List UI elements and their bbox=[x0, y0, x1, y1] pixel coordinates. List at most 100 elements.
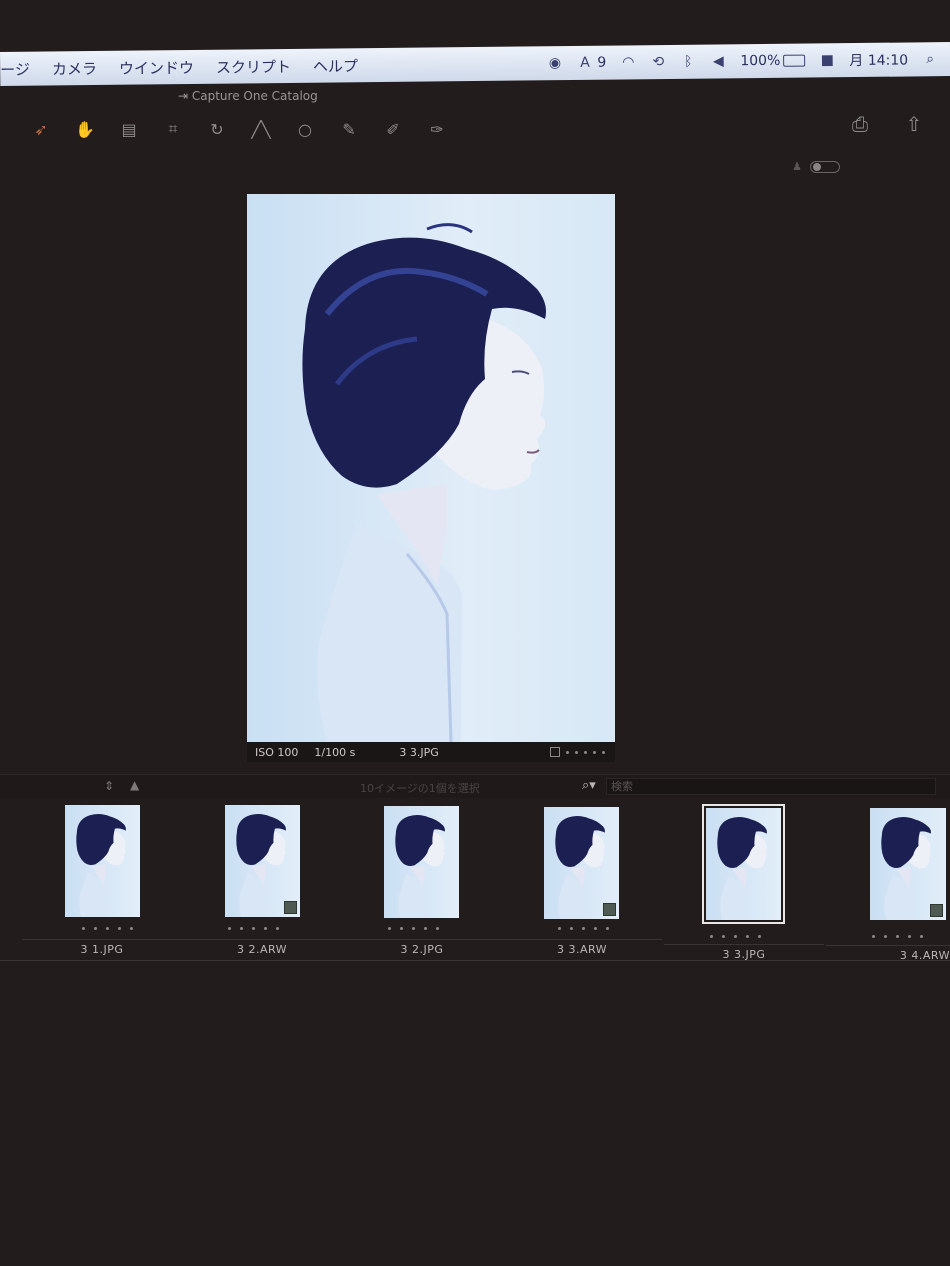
rating-dot[interactable] bbox=[94, 927, 97, 930]
rating-dot[interactable] bbox=[130, 927, 133, 930]
color-tag-icon[interactable] bbox=[550, 747, 560, 757]
thumbnail-image[interactable] bbox=[384, 806, 459, 918]
filmstrip-item[interactable]: 3 1.JPG bbox=[22, 798, 182, 964]
catalog-icon: ⇥ bbox=[178, 89, 192, 103]
select-tool-icon[interactable]: ➶ bbox=[30, 118, 52, 140]
rating-dot[interactable] bbox=[412, 927, 415, 930]
sort-order-icon[interactable]: ⇕ bbox=[104, 779, 114, 793]
rating-dot[interactable] bbox=[872, 935, 875, 938]
battery-indicator[interactable]: 100% bbox=[740, 53, 806, 69]
circle-tool-icon[interactable]: ○ bbox=[294, 118, 316, 140]
time-machine-icon[interactable]: ⟲ bbox=[650, 54, 666, 70]
eraser-tool-icon[interactable]: ✐ bbox=[382, 118, 404, 140]
thumb-rating[interactable] bbox=[558, 927, 609, 930]
print-icon[interactable]: ⎙ bbox=[846, 110, 874, 138]
hand-tool-icon[interactable]: ✋ bbox=[74, 118, 96, 140]
filmstrip-item[interactable]: 3 2.ARW bbox=[182, 798, 342, 964]
thumb-rating[interactable] bbox=[388, 927, 439, 930]
rating-dot[interactable] bbox=[436, 927, 439, 930]
spotlight-search-icon[interactable]: ⌕ bbox=[922, 51, 938, 67]
rating-dot[interactable] bbox=[908, 935, 911, 938]
bluetooth-icon[interactable]: ᛒ bbox=[680, 54, 696, 70]
rating-dot[interactable] bbox=[896, 935, 899, 938]
stamp-tool-icon[interactable]: ▤ bbox=[118, 118, 140, 140]
thumb-rating[interactable] bbox=[82, 927, 133, 930]
viewer-filename: 3 3.JPG bbox=[399, 745, 439, 759]
main-viewer-image[interactable] bbox=[247, 194, 615, 742]
portrait-image bbox=[302, 223, 546, 742]
rating-dot[interactable] bbox=[746, 935, 749, 938]
live-toggle[interactable]: ♟ bbox=[792, 160, 840, 173]
rating-dot[interactable] bbox=[593, 750, 596, 754]
rating-dot[interactable] bbox=[710, 935, 713, 938]
rating-dot[interactable] bbox=[606, 927, 609, 930]
rating-dot[interactable] bbox=[758, 935, 761, 938]
menu-window[interactable]: ウインドウ bbox=[119, 56, 194, 78]
rotate-tool-icon[interactable]: ↻ bbox=[206, 118, 228, 140]
iso-value: ISO 100 bbox=[255, 745, 299, 759]
menu-image[interactable]: ージ bbox=[0, 58, 30, 79]
filmstrip-item[interactable]: 3 4.ARW bbox=[826, 798, 950, 964]
wifi-icon[interactable]: ◠ bbox=[620, 54, 636, 70]
thumbnail-image[interactable] bbox=[544, 807, 619, 919]
app-status-icon[interactable]: ■ bbox=[819, 52, 835, 68]
rating-dot[interactable] bbox=[558, 927, 561, 930]
sort-direction-icon[interactable]: ▲ bbox=[130, 778, 139, 792]
thumb-rating[interactable] bbox=[228, 927, 279, 930]
rating-dot[interactable] bbox=[884, 935, 887, 938]
rating-dot[interactable] bbox=[722, 935, 725, 938]
rating-dot[interactable] bbox=[106, 927, 109, 930]
rating-dot[interactable] bbox=[82, 927, 85, 930]
thumbnail-image[interactable] bbox=[225, 805, 300, 917]
thumbnail-image[interactable] bbox=[870, 808, 946, 920]
toolbar: ➶ ✋ ▤ ⌗ ↻ ╱╲ ○ ✎ ✐ ✑ bbox=[30, 118, 448, 140]
thumb-rating[interactable] bbox=[710, 935, 761, 938]
thumbnail-image[interactable] bbox=[65, 805, 140, 917]
rating-dot[interactable] bbox=[584, 750, 587, 754]
rss-icon[interactable]: ◉ bbox=[547, 55, 563, 71]
rating-dot[interactable] bbox=[276, 927, 279, 930]
adobe-status[interactable]: A 9 bbox=[577, 55, 606, 71]
export-icon[interactable]: ⇧ bbox=[900, 110, 928, 138]
picker-tool-icon[interactable]: ✑ bbox=[426, 118, 448, 140]
thumb-rating[interactable] bbox=[872, 935, 923, 938]
crop-tool-icon[interactable]: ⌗ bbox=[162, 118, 184, 140]
rating-dot[interactable] bbox=[424, 927, 427, 930]
thumbnail-image[interactable] bbox=[702, 804, 785, 924]
menu-script[interactable]: スクリプト bbox=[216, 55, 291, 77]
menu-clock[interactable]: 月 14:10 bbox=[849, 49, 908, 70]
rating-dot[interactable] bbox=[240, 927, 243, 930]
filmstrip-divider bbox=[0, 960, 950, 961]
rating-dot[interactable] bbox=[388, 927, 391, 930]
rating-dot[interactable] bbox=[118, 927, 121, 930]
rating-dot[interactable] bbox=[570, 927, 573, 930]
right-toolbar: ⎙ ⇧ bbox=[846, 110, 928, 138]
brush-tool-icon[interactable]: ✎ bbox=[338, 118, 360, 140]
filmstrip-item[interactable]: 3 3.ARW bbox=[502, 798, 662, 964]
thumbnail-filename: 3 2.ARW bbox=[182, 939, 342, 956]
toggle-switch[interactable] bbox=[810, 160, 840, 173]
search-icon[interactable]: ⌕▾ bbox=[582, 778, 596, 793]
menu-help[interactable]: ヘルプ bbox=[313, 55, 358, 76]
rating-dot[interactable] bbox=[264, 927, 267, 930]
keystone-tool-icon[interactable]: ╱╲ bbox=[250, 118, 272, 140]
rating-dot[interactable] bbox=[228, 927, 231, 930]
menu-bar: ージ カメラ ウインドウ スクリプト ヘルプ ◉ A 9 ◠ ⟲ ᛒ ◀ 100… bbox=[0, 42, 950, 86]
filmstrip-item[interactable]: 3 2.JPG bbox=[342, 798, 502, 964]
filmstrip-item-selected[interactable]: 3 3.JPG bbox=[664, 798, 824, 964]
viewer-rating[interactable] bbox=[550, 747, 605, 757]
rating-dot[interactable] bbox=[582, 927, 585, 930]
rating-dot[interactable] bbox=[602, 750, 605, 754]
thumbnail-portrait bbox=[76, 814, 126, 917]
rating-dot[interactable] bbox=[566, 750, 569, 754]
rating-dot[interactable] bbox=[594, 927, 597, 930]
rating-dot[interactable] bbox=[252, 927, 255, 930]
rating-dot[interactable] bbox=[920, 935, 923, 938]
window-title: ⇥ Capture One Catalog bbox=[178, 89, 318, 103]
volume-icon[interactable]: ◀ bbox=[710, 53, 726, 69]
menu-camera[interactable]: カメラ bbox=[52, 57, 97, 78]
search-input[interactable] bbox=[606, 778, 936, 795]
rating-dot[interactable] bbox=[575, 750, 578, 754]
rating-dot[interactable] bbox=[734, 935, 737, 938]
rating-dot[interactable] bbox=[400, 927, 403, 930]
